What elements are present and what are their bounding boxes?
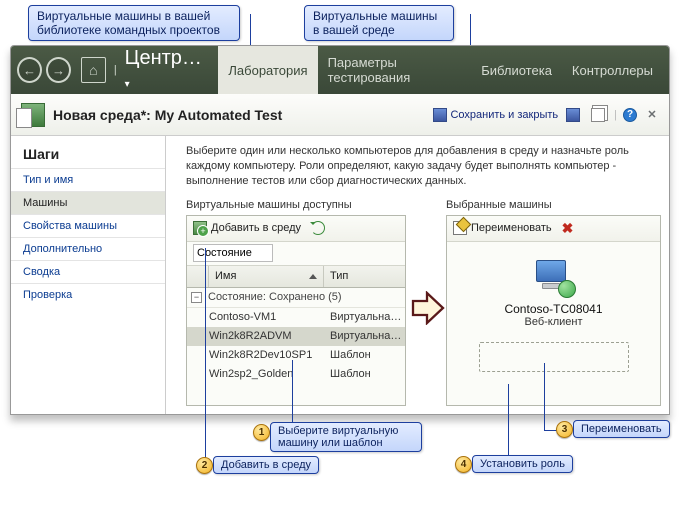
home-button[interactable]: ⌂ [81, 57, 106, 83]
main-panel: Выберите один или несколько компьютеров … [166, 136, 669, 414]
callout-step3: Переименовать [573, 420, 670, 438]
computer-icon[interactable] [532, 258, 576, 298]
back-button[interactable]: ← [17, 57, 42, 83]
step-badge-2: 2 [196, 457, 213, 474]
selected-machine-role[interactable]: Веб-клиент [524, 316, 582, 328]
copy-icon [591, 108, 605, 122]
callout-step2: Добавить в среду [213, 456, 319, 474]
steps-heading: Шаги [11, 140, 165, 168]
close-button[interactable]: ✕ [645, 108, 659, 122]
step-item[interactable]: Проверка [11, 283, 165, 306]
rename-button[interactable]: Переименовать [453, 221, 552, 235]
available-machines-col: Виртуальные машины доступны Добавить в с… [186, 199, 406, 406]
available-panel: Добавить в среду Имя Тип − [186, 215, 406, 406]
steps-sidebar: Шаги Тип и имяМашиныСвойства машиныДопол… [11, 136, 166, 414]
callout-line [508, 384, 509, 464]
tab-test-settings[interactable]: Параметры тестирования [318, 46, 472, 94]
selected-machine-name[interactable]: Contoso-TC08041 [504, 302, 602, 316]
callout-line [544, 363, 545, 431]
collapse-icon[interactable]: − [191, 292, 202, 303]
step-item[interactable]: Сводка [11, 260, 165, 283]
disk-icon [566, 108, 580, 122]
save-icon [433, 108, 447, 122]
sort-asc-icon [309, 274, 317, 279]
table-row[interactable]: Win2k8R2ADVMВиртуальная ма… [187, 327, 405, 346]
available-title: Виртуальные машины доступны [186, 199, 406, 211]
instructions: Выберите один или несколько компьютеров … [186, 144, 661, 189]
column-name[interactable]: Имя [209, 266, 324, 287]
callout-line [205, 248, 206, 464]
rename-icon [453, 221, 467, 235]
callout-library: Виртуальные машины в вашей библиотеке ко… [28, 5, 240, 41]
drop-target[interactable] [479, 342, 629, 372]
step-item[interactable]: Тип и имя [11, 168, 165, 191]
callout-step4: Установить роль [472, 455, 573, 473]
tab-lab[interactable]: Лаборатория [218, 46, 317, 94]
selected-machines-col: Выбранные машины Переименовать ✖ Contoso… [446, 199, 661, 406]
filter-row [187, 242, 405, 266]
forward-button[interactable]: → [46, 57, 71, 83]
table-row[interactable]: Contoso-VM1Виртуальная ма… [187, 308, 405, 327]
tab-library[interactable]: Библиотека [471, 46, 562, 94]
breadcrumb[interactable]: Центр… ▾ [125, 47, 209, 93]
nav-tabs: Лаборатория Параметры тестирования Библи… [218, 46, 663, 94]
step-badge-3: 3 [556, 421, 573, 438]
step-badge-1: 1 [253, 424, 270, 441]
environment-icon [21, 103, 45, 127]
help-button[interactable]: ? [623, 108, 637, 122]
delete-button[interactable]: ✖ [562, 220, 574, 237]
grid-rows: Contoso-VM1Виртуальная ма…Win2k8R2ADVMВи… [187, 308, 405, 384]
title-bar: ← → ⌂ | Центр… ▾ Лаборатория Параметры т… [11, 46, 669, 94]
add-to-environment-button[interactable]: Добавить в среду [193, 221, 301, 235]
separator: | [614, 109, 617, 121]
refresh-button[interactable] [311, 221, 325, 235]
selected-title: Выбранные машины [446, 199, 661, 211]
app-window: ← → ⌂ | Центр… ▾ Лаборатория Параметры т… [10, 45, 670, 415]
refresh-icon [311, 221, 325, 235]
grid-header: Имя Тип [187, 266, 405, 288]
column-type[interactable]: Тип [324, 266, 405, 287]
header-toolbar: Новая среда*: My Automated Test Сохранит… [11, 94, 669, 136]
page-title: Новая среда*: My Automated Test [53, 107, 282, 123]
table-row[interactable]: Win2sp2_GoldenШаблон [187, 365, 405, 384]
copy-button[interactable] [591, 108, 608, 122]
transfer-arrow-icon [411, 291, 445, 325]
callout-environment: Виртуальные машины в вашей среде [304, 5, 454, 41]
separator: | [114, 64, 117, 76]
save-and-close-button[interactable]: Сохранить и закрыть [433, 108, 558, 122]
group-row[interactable]: − Состояние: Сохранено (5) [187, 288, 405, 308]
step-item[interactable]: Свойства машины [11, 214, 165, 237]
table-row[interactable]: Win2k8R2Dev10SP1Шаблон [187, 346, 405, 365]
selected-panel: Переименовать ✖ Contoso-TC08041 Веб-клие… [446, 215, 661, 406]
add-icon [193, 221, 207, 235]
step-item[interactable]: Дополнительно [11, 237, 165, 260]
callout-step1: Выберите виртуальную машину или шаблон [270, 422, 422, 452]
tab-controllers[interactable]: Контроллеры [562, 46, 663, 94]
save-button[interactable] [566, 108, 583, 122]
callout-line [292, 360, 293, 430]
step-item[interactable]: Машины [11, 191, 165, 214]
step-badge-4: 4 [455, 456, 472, 473]
